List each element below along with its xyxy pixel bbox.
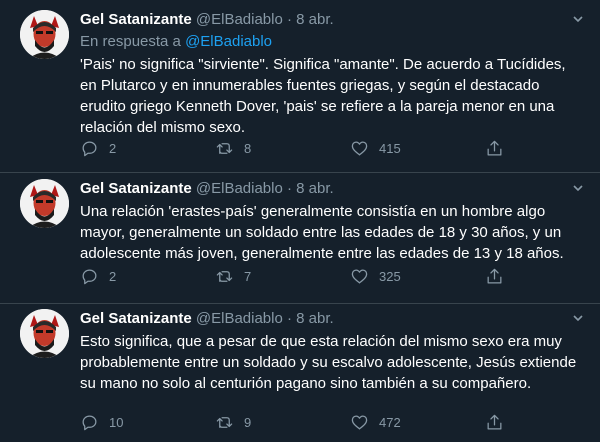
- reply-mention-link[interactable]: @ElBadiablo: [185, 33, 272, 50]
- share-button[interactable]: [485, 266, 505, 286]
- avatar-image: [20, 309, 69, 358]
- tweet-header: Gel Satanizante @ElBadiablo · 8 abr.: [80, 179, 334, 199]
- retweet-button[interactable]: 9: [215, 412, 305, 432]
- display-name[interactable]: Gel Satanizante: [80, 180, 192, 197]
- like-count: 325: [379, 268, 401, 284]
- like-count: 415: [379, 140, 401, 156]
- chevron-down-icon[interactable]: [572, 13, 584, 25]
- reply-icon: [82, 269, 97, 284]
- reply-button[interactable]: 2: [80, 138, 170, 158]
- tweet-actions: 2 8 415: [80, 138, 505, 158]
- tweet-date[interactable]: 8 abr.: [296, 180, 334, 197]
- display-name[interactable]: Gel Satanizante: [80, 310, 192, 327]
- tweet-text: Una relación 'erastes-país' generalmente…: [80, 203, 564, 262]
- reply-icon: [82, 141, 97, 156]
- retweet-button[interactable]: 7: [215, 266, 305, 286]
- display-name[interactable]: Gel Satanizante: [80, 11, 192, 28]
- tweet-header: Gel Satanizante @ElBadiablo · 8 abr.: [80, 309, 334, 329]
- heart-icon: [351, 269, 368, 283]
- reply-count: 10: [109, 414, 124, 430]
- reply-button[interactable]: 2: [80, 266, 170, 286]
- tweet-text: Esto significa, que a pesar de que esta …: [80, 333, 577, 392]
- heart-icon: [351, 415, 368, 429]
- share-icon: [487, 140, 502, 155]
- heart-icon: [351, 141, 368, 155]
- avatar[interactable]: [20, 179, 69, 228]
- tweet-actions: 2 7 325: [80, 266, 505, 286]
- reply-count: 2: [109, 140, 117, 156]
- avatar-image: [20, 179, 69, 228]
- reply-button[interactable]: 10: [80, 412, 170, 432]
- reply-prefix: En respuesta a: [80, 33, 186, 50]
- retweet-button[interactable]: 8: [215, 138, 305, 158]
- reply-count: 2: [109, 268, 117, 284]
- avatar[interactable]: [20, 309, 69, 358]
- separator-dot: ·: [287, 11, 292, 28]
- share-button[interactable]: [485, 412, 505, 432]
- tweet-text: 'Pais' no significa "sirviente". Signifi…: [80, 56, 566, 136]
- chevron-down-icon[interactable]: [572, 312, 584, 324]
- share-icon: [487, 268, 502, 283]
- tweet-header: Gel Satanizante @ElBadiablo · 8 abr.: [80, 10, 334, 30]
- tweet[interactable]: Gel Satanizante @ElBadiablo · 8 abr. Est…: [0, 304, 600, 442]
- tweet-actions: 10 9 472: [80, 412, 505, 432]
- retweet-count: 7: [244, 268, 252, 284]
- like-count: 472: [379, 414, 401, 430]
- reply-icon: [82, 415, 97, 430]
- avatar-image: [20, 10, 69, 59]
- share-icon: [487, 414, 502, 429]
- tweet-date[interactable]: 8 abr.: [296, 310, 334, 327]
- tweet-date[interactable]: 8 abr.: [296, 11, 334, 28]
- separator-dot: ·: [287, 180, 292, 197]
- reply-context: En respuesta a @ElBadiablo: [80, 32, 272, 52]
- separator-dot: ·: [287, 310, 292, 327]
- user-handle[interactable]: @ElBadiablo: [196, 180, 283, 197]
- user-handle[interactable]: @ElBadiablo: [196, 11, 283, 28]
- retweet-icon: [216, 416, 233, 428]
- tweet[interactable]: Gel Satanizante @ElBadiablo · 8 abr. Una…: [0, 173, 600, 304]
- retweet-count: 8: [244, 140, 252, 156]
- chevron-down-icon[interactable]: [572, 182, 584, 194]
- tweet[interactable]: Gel Satanizante @ElBadiablo · 8 abr. En …: [0, 0, 600, 173]
- retweet-count: 9: [244, 414, 252, 430]
- like-button[interactable]: 472: [350, 412, 440, 432]
- avatar[interactable]: [20, 10, 69, 59]
- share-button[interactable]: [485, 138, 505, 158]
- retweet-icon: [216, 142, 233, 154]
- like-button[interactable]: 415: [350, 138, 440, 158]
- user-handle[interactable]: @ElBadiablo: [196, 310, 283, 327]
- retweet-icon: [216, 270, 233, 282]
- like-button[interactable]: 325: [350, 266, 440, 286]
